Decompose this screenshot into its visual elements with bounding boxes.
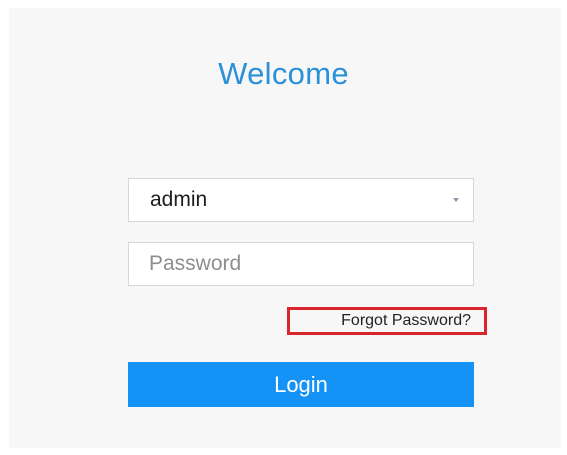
login-button[interactable]: Login bbox=[128, 362, 474, 407]
forgot-password-link[interactable]: Forgot Password? bbox=[287, 307, 487, 335]
username-value: admin bbox=[150, 188, 208, 211]
password-field-box bbox=[128, 242, 474, 286]
caret-down-icon[interactable] bbox=[453, 198, 459, 202]
username-select[interactable]: admin bbox=[128, 178, 474, 222]
password-input[interactable] bbox=[129, 243, 473, 285]
page-title: Welcome bbox=[218, 56, 349, 91]
